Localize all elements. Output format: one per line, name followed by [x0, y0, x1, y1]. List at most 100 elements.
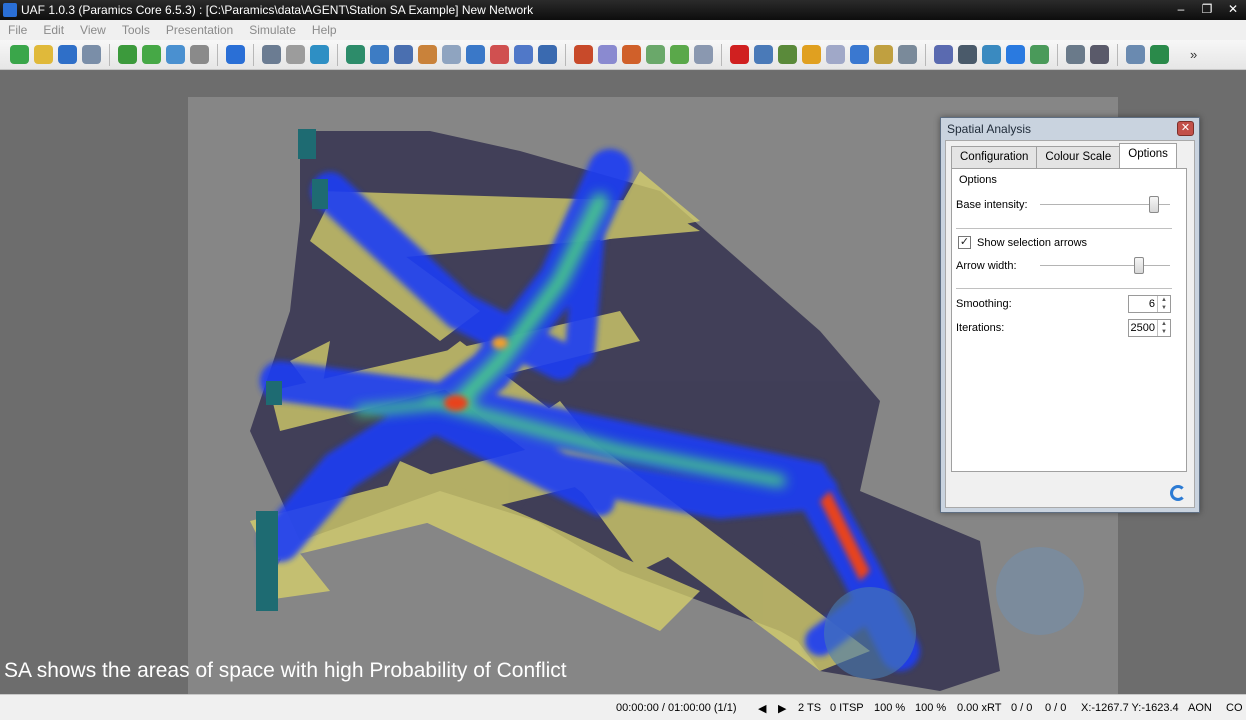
globe-nav-icon[interactable]: [1150, 45, 1169, 64]
toolbar-overflow-button[interactable]: »: [1190, 47, 1197, 62]
show-arrows-checkbox[interactable]: ✓: [958, 236, 971, 249]
restore-button[interactable]: ❐: [1194, 0, 1220, 20]
shield-grey-icon[interactable]: [190, 45, 209, 64]
iterations-label: Iterations:: [956, 322, 1005, 334]
people-icon[interactable]: [778, 45, 797, 64]
arrow-width-slider-thumb[interactable]: [1134, 257, 1144, 274]
node-icon[interactable]: [466, 45, 485, 64]
checklist-icon[interactable]: [538, 45, 557, 64]
tab-colour-scale[interactable]: Colour Scale: [1036, 146, 1121, 168]
matrix-icon[interactable]: [958, 45, 977, 64]
arrow-width-slider[interactable]: [1040, 257, 1170, 274]
bulb-icon[interactable]: [802, 45, 821, 64]
show-arrows-label: Show selection arrows: [977, 237, 1088, 249]
menu-tools[interactable]: Tools: [114, 23, 158, 37]
route-icon[interactable]: [370, 45, 389, 64]
settings-icon[interactable]: [1066, 45, 1085, 64]
counter-2: 0 / 0: [1045, 702, 1067, 714]
globe-icon[interactable]: [310, 45, 329, 64]
menu-edit[interactable]: Edit: [35, 23, 72, 37]
tab-configuration[interactable]: Configuration: [951, 146, 1038, 168]
itsp: 0 ITSP: [830, 702, 864, 714]
vehicle-icon[interactable]: [754, 45, 773, 64]
agents-icon[interactable]: [418, 45, 437, 64]
toolbar: »: [0, 40, 1246, 70]
step-back-button[interactable]: ◀: [758, 702, 766, 715]
edit-icon[interactable]: [934, 45, 953, 64]
window-controls: ‒ ❐ ✕: [1168, 0, 1246, 20]
record-icon[interactable]: [730, 45, 749, 64]
spatial-analysis-dialog: Spatial Analysis ✕ Configuration Colour …: [940, 117, 1200, 513]
grid-icon[interactable]: [490, 45, 509, 64]
shield-green-icon[interactable]: [118, 45, 137, 64]
menu-help[interactable]: Help: [304, 23, 345, 37]
calendar-icon[interactable]: [514, 45, 533, 64]
check-icon[interactable]: [166, 45, 185, 64]
menu-simulate[interactable]: Simulate: [241, 23, 304, 37]
dialog-close-button[interactable]: ✕: [1177, 121, 1194, 136]
close-button[interactable]: ✕: [1220, 0, 1246, 20]
layers-icon[interactable]: [262, 45, 281, 64]
group-icon[interactable]: [850, 45, 869, 64]
menu-presentation[interactable]: Presentation: [158, 23, 241, 37]
toolbar-separator: [253, 43, 254, 66]
new-icon[interactable]: [10, 45, 29, 64]
smoothing-spinbox[interactable]: 6 ▲ ▼: [1128, 295, 1171, 313]
base-intensity-slider-thumb[interactable]: [1149, 196, 1159, 213]
open-icon[interactable]: [34, 45, 53, 64]
tab-strip: Configuration Colour Scale Options: [951, 143, 1177, 168]
save-icon[interactable]: [58, 45, 77, 64]
toolbar-separator: [1057, 43, 1058, 66]
pedestrian-icon[interactable]: [394, 45, 413, 64]
dialog-body: Configuration Colour Scale Options Optio…: [945, 140, 1195, 508]
list-icon[interactable]: [898, 45, 917, 64]
cube-icon[interactable]: [226, 45, 245, 64]
earth-icon[interactable]: [1006, 45, 1025, 64]
menu-view[interactable]: View: [72, 23, 114, 37]
flag-icon[interactable]: [670, 45, 689, 64]
toolbar-separator: [337, 43, 338, 66]
link-icon[interactable]: [646, 45, 665, 64]
tab-options[interactable]: Options: [1119, 143, 1177, 168]
zoom-icon[interactable]: [598, 45, 617, 64]
timesteps: 2 TS: [798, 702, 822, 714]
table-icon[interactable]: [826, 45, 845, 64]
realtime-factor: 0.00 xRT: [957, 702, 1002, 714]
zone-icon[interactable]: [574, 45, 593, 64]
shield-icon[interactable]: [142, 45, 161, 64]
panel-icon[interactable]: [442, 45, 461, 64]
application-window: UAF 1.0.3 (Paramics Core 6.5.3) : [C:\Pa…: [0, 0, 1246, 720]
sim-time: 00:00:00 / 01:00:00 (1/1): [616, 702, 737, 714]
window-title: UAF 1.0.3 (Paramics Core 6.5.3) : [C:\Pa…: [21, 3, 534, 17]
smoothing-value: 6: [1148, 298, 1155, 310]
gear-icon[interactable]: [1090, 45, 1109, 64]
cursor-coordinates: X:-1267.7 Y:-1623.4: [1081, 702, 1179, 714]
toolbar-separator: [925, 43, 926, 66]
save-as-icon[interactable]: [82, 45, 101, 64]
person-icon[interactable]: [874, 45, 893, 64]
smoothing-spin-buttons[interactable]: ▲ ▼: [1157, 296, 1170, 312]
iterations-spin-buttons[interactable]: ▲ ▼: [1157, 320, 1170, 336]
pin-icon[interactable]: [622, 45, 641, 64]
toolbar-separator: [109, 43, 110, 66]
arrow-width-label: Arrow width:: [956, 260, 1017, 272]
speed-percent: 100 %: [874, 702, 906, 714]
minimize-button[interactable]: ‒: [1168, 0, 1194, 20]
step-forward-button[interactable]: ▶: [778, 702, 786, 715]
menu-file[interactable]: File: [0, 23, 35, 37]
doc-icon[interactable]: [694, 45, 713, 64]
arrow-icon[interactable]: [346, 45, 365, 64]
refresh-icon[interactable]: [1170, 485, 1186, 501]
status-bar: 00:00:00 / 01:00:00 (1/1) ◀ ▶ 2 TS 0 ITS…: [0, 694, 1246, 720]
network-icon[interactable]: [1126, 45, 1145, 64]
iterations-value: 2500: [1130, 322, 1155, 334]
iterations-spinbox[interactable]: 2500 ▲ ▼: [1128, 319, 1171, 337]
base-intensity-slider[interactable]: [1040, 196, 1170, 213]
mode-aon: AON: [1188, 702, 1212, 714]
transform-icon[interactable]: [286, 45, 305, 64]
toolbar-separator: [1117, 43, 1118, 66]
toolbar-separator: [565, 43, 566, 66]
options-divider: [956, 288, 1172, 289]
image-icon[interactable]: [1030, 45, 1049, 64]
chart-icon[interactable]: [982, 45, 1001, 64]
